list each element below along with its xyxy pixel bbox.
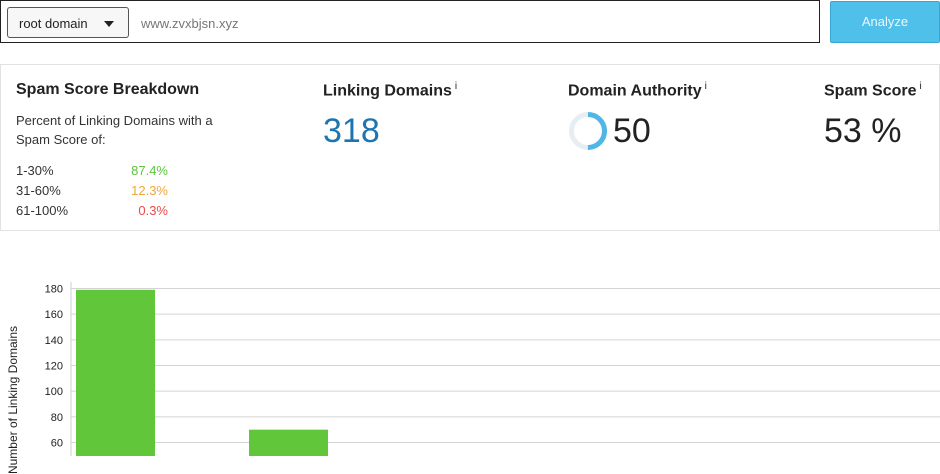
info-icon[interactable]: i [455, 81, 457, 92]
y-tick-label: 140 [45, 335, 63, 347]
search-bar: root domain [0, 0, 820, 43]
chart-bar[interactable] [76, 289, 155, 456]
url-input[interactable] [139, 9, 803, 37]
y-tick-label: 180 [45, 284, 63, 296]
domain-authority-title: Domain Authority i [568, 81, 707, 100]
domain-authority-value: 50 [613, 112, 651, 150]
linking-domains-title-text: Linking Domains [323, 82, 452, 100]
spam-score-title-text: Spam Score [824, 82, 917, 100]
domain-authority-ring-icon [569, 112, 607, 150]
spam-breakdown-title: Spam Score Breakdown [16, 81, 200, 98]
domain-authority-title-text: Domain Authority [568, 82, 702, 100]
analyze-button[interactable]: Analyze [830, 1, 940, 43]
info-icon[interactable]: i [919, 81, 921, 92]
metrics-panel: Spam Score Breakdown Percent of Linking … [0, 64, 940, 231]
chart-bar[interactable] [249, 429, 328, 456]
info-icon[interactable]: i [705, 81, 707, 92]
breakdown-range: 61-100% [16, 203, 69, 218]
y-tick-label: 100 [45, 386, 63, 398]
y-tick-label: 120 [45, 360, 63, 372]
chevron-down-icon [104, 21, 114, 27]
y-tick-label: 80 [51, 412, 63, 424]
breakdown-percent: 12.3% [131, 183, 168, 198]
linking-domains-title: Linking Domains i [323, 81, 457, 100]
breakdown-percent: 87.4% [131, 163, 168, 178]
breakdown-range: 31-60% [16, 183, 61, 198]
chart-y-axis-label: Number of Linking Domains [6, 325, 20, 474]
linking-domains-value: 318 [323, 112, 380, 150]
breakdown-percent: 0.3% [138, 203, 168, 218]
breakdown-row: 61-100% 0.3% [16, 203, 168, 221]
breakdown-row: 1-30% 87.4% [16, 163, 168, 181]
y-tick-label: 160 [45, 309, 63, 321]
spam-score-value: 53 % [824, 112, 902, 150]
breakdown-row: 31-60% 12.3% [16, 183, 168, 201]
spam-score-bar-chart: 60 80 100 120 140 160 180 [45, 282, 940, 456]
spam-breakdown-description: Percent of Linking Domains with a Spam S… [16, 113, 213, 147]
y-tick-label: 60 [51, 437, 63, 449]
breakdown-range: 1-30% [16, 163, 54, 178]
scope-dropdown[interactable]: root domain [7, 7, 129, 38]
spam-score-title: Spam Score i [824, 81, 922, 100]
scope-dropdown-label: root domain [19, 16, 88, 31]
